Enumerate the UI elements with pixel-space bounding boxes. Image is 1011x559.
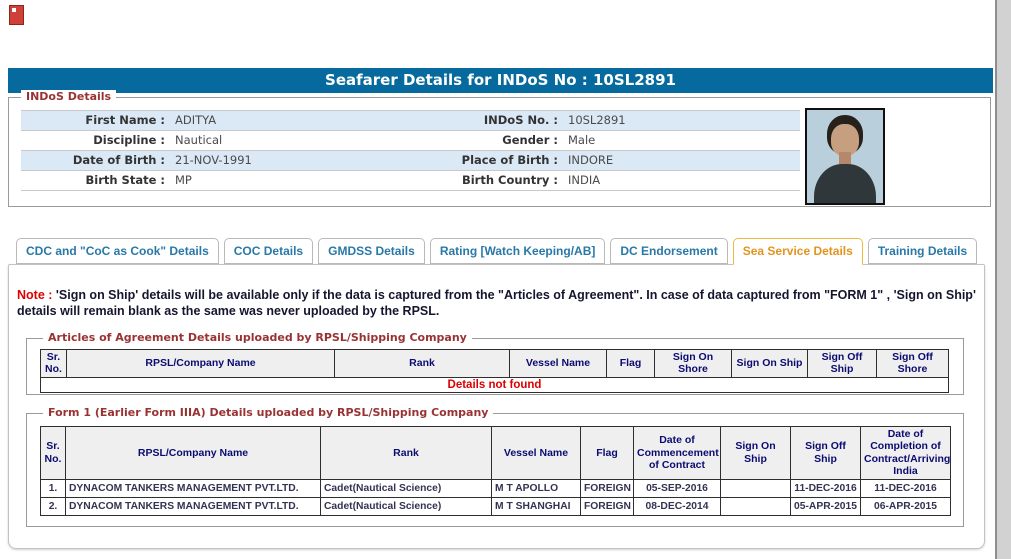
field-label: Birth State : <box>85 173 165 187</box>
cell: FOREIGN <box>580 478 634 498</box>
indos-detail-row: Discipline : Nautical Gender : Male <box>21 131 800 151</box>
indos-detail-row: Birth State : MP Birth Country : INDIA <box>21 171 800 191</box>
column-header-sign-off-ship: Sign Off Ship <box>790 426 861 480</box>
cell: 2. <box>40 496 66 516</box>
cell: M T APOLLO <box>491 478 581 498</box>
column-header-flag: Flag <box>580 426 634 480</box>
form1-table: Sr. No. RPSL/Company Name Rank Vessel Name F… <box>40 426 951 516</box>
field-label: Gender : <box>502 133 558 147</box>
photo-face <box>831 123 859 156</box>
column-header-sign-off-ship: Sign Off Ship <box>807 349 877 378</box>
field-value: Male <box>568 133 596 147</box>
cell: 06-APR-2015 <box>860 496 951 516</box>
tab-gmdss-details[interactable]: GMDSS Details <box>318 238 425 264</box>
field-value: 21-NOV-1991 <box>175 153 252 167</box>
column-header-rank: Rank <box>320 426 492 480</box>
table-row: 1. DYNACOM TANKERS MANAGEMENT PVT.LTD. Cad… <box>40 478 951 498</box>
tab-coc-details[interactable]: COC Details <box>223 238 314 264</box>
cell: DYNACOM TANKERS MANAGEMENT PVT.LTD. <box>65 496 321 516</box>
column-header-flag: Flag <box>606 349 655 378</box>
cell: 11-DEC-2016 <box>860 478 951 498</box>
cell: FOREIGN <box>580 496 634 516</box>
tab-strip: CDC and "CoC as Cook" Details COC Details… <box>16 238 978 265</box>
cell: 1. <box>40 478 66 498</box>
field-value: 10SL2891 <box>568 113 626 127</box>
tab-sea-service-details[interactable]: Sea Service Details <box>732 238 863 265</box>
cell: 08-DEC-2014 <box>633 496 721 516</box>
column-header-sr-no: Sr. No. <box>40 426 66 480</box>
cell <box>720 496 791 516</box>
header-row: Sr. No. RPSL/Company Name Rank Vessel Name F… <box>40 426 951 480</box>
column-header-date-of-commencement-of-contract: Date of Commencement of Contract <box>633 426 721 480</box>
photo-torso <box>813 163 877 203</box>
table-row: 2. DYNACOM TANKERS MANAGEMENT PVT.LTD. Cad… <box>40 496 951 516</box>
cell: 05-SEP-2016 <box>633 478 721 498</box>
indos-details-grid: First Name : ADITYA INDoS No. : 10SL2891 Dis… <box>21 110 800 191</box>
field-label: Place of Birth : <box>461 153 558 167</box>
note-label: Note : <box>17 288 53 302</box>
page-title: Seafarer Details for INDoS No : 10SL2891 <box>8 68 993 93</box>
cell: DYNACOM TANKERS MANAGEMENT PVT.LTD. <box>65 478 321 498</box>
field-label: First Name : <box>85 113 165 127</box>
field-label: Discipline : <box>93 133 165 147</box>
cell: Cadet(Nautical Science) <box>320 496 492 516</box>
table-row: Details not found <box>40 376 949 393</box>
field-label: Date of Birth : <box>72 153 165 167</box>
column-header-date-of-completion-of-contract-arriving-india: Date of Completion of Contract/Arriving … <box>860 426 951 480</box>
photo-neck <box>838 151 852 164</box>
column-header-sign-on-ship: Sign On Ship <box>731 349 808 378</box>
field-value: INDIA <box>568 173 601 187</box>
indos-details-legend: INDoS Details <box>21 90 117 103</box>
broken-image-icon <box>9 5 24 25</box>
sea-service-tab-panel: Note : 'Sign on Ship' details will be av… <box>8 264 985 549</box>
tab-rating-watch-keeping-ab[interactable]: Rating [Watch Keeping/AB] <box>429 238 606 264</box>
column-header-rpsl-company-name: RPSL/Company Name <box>66 349 335 378</box>
field-value: Nautical <box>175 133 223 147</box>
column-header-vessel-name: Vessel Name <box>491 426 581 480</box>
field-value: INDORE <box>568 153 614 167</box>
column-header-rank: Rank <box>334 349 510 378</box>
tab-training-details[interactable]: Training Details <box>867 238 978 264</box>
column-header-sr-no: Sr. No. <box>40 349 67 378</box>
field-value: MP <box>175 173 192 187</box>
cell: Cadet(Nautical Science) <box>320 478 492 498</box>
note-body: 'Sign on Ship' details will be available… <box>17 288 976 318</box>
indos-detail-row: First Name : ADITYA INDoS No. : 10SL2891 <box>21 111 800 131</box>
field-label: Birth Country : <box>461 173 558 187</box>
field-label: INDoS No. : <box>483 113 558 127</box>
column-header-sign-off-shore: Sign Off Shore <box>876 349 949 378</box>
column-header-vessel-name: Vessel Name <box>509 349 607 378</box>
column-header-sign-on-ship: Sign On Ship <box>720 426 791 480</box>
articles-legend: Articles of Agreement Details uploaded b… <box>43 331 472 344</box>
column-header-rpsl-company-name: RPSL/Company Name <box>65 426 321 480</box>
note-text: Note : 'Sign on Ship' details will be av… <box>17 288 977 320</box>
cell: 11-DEC-2016 <box>790 478 861 498</box>
tab-dc-endorsement[interactable]: DC Endorsement <box>610 238 728 264</box>
cell: 05-APR-2015 <box>790 496 861 516</box>
tab-cdc-and-coc-as-cook-details[interactable]: CDC and "CoC as Cook" Details <box>16 238 219 264</box>
header-row: Sr. No. RPSL/Company Name Rank Vessel Name F… <box>40 349 949 378</box>
form1-details-fieldset: Form 1 (Earlier Form IIIA) Details uploa… <box>26 406 964 527</box>
right-scroll-rail[interactable] <box>995 0 1011 559</box>
form1-legend: Form 1 (Earlier Form IIIA) Details uploa… <box>43 406 494 419</box>
field-value: ADITYA <box>175 113 217 127</box>
cell: M T SHANGHAI <box>491 496 581 516</box>
column-header-sign-on-shore: Sign On Shore <box>654 349 732 378</box>
cell <box>720 478 791 498</box>
indos-detail-row: Date of Birth : 21-NOV-1991 Place of Birth… <box>21 151 800 171</box>
articles-of-agreement-fieldset: Articles of Agreement Details uploaded b… <box>26 331 964 395</box>
details-not-found-message: Details not found <box>40 376 949 393</box>
seafarer-photo <box>805 108 885 205</box>
articles-table: Sr. No. RPSL/Company Name Rank Vessel Name F… <box>40 349 949 393</box>
